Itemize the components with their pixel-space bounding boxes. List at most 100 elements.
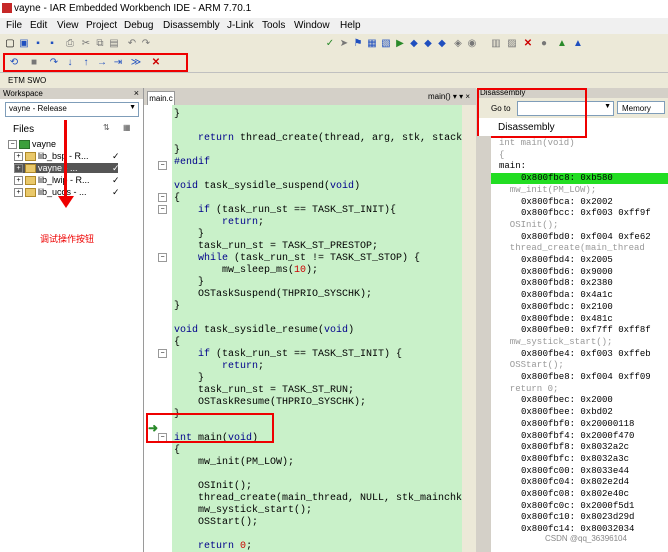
browse-icon[interactable]: ◆ <box>436 38 448 50</box>
debug-without-download-icon[interactable]: ▲ <box>572 38 584 50</box>
disassembly-source-line[interactable]: OSStart(); <box>491 360 668 371</box>
tree-item-lib-bsp[interactable]: + lib_bsp - R... ✓ <box>14 151 120 162</box>
breakpoint-icon[interactable]: ● <box>538 38 550 50</box>
menu-jlink[interactable]: J-Link <box>227 20 254 31</box>
disassembly-instruction[interactable]: 0x800fbee: 0xbd02 <box>491 407 668 418</box>
stop-build-icon[interactable]: ▥ <box>490 38 502 50</box>
print-icon[interactable]: ⎙ <box>64 38 76 50</box>
code-line: } <box>174 229 205 240</box>
fold-icon[interactable]: − <box>158 193 167 202</box>
menu-window[interactable]: Window <box>294 20 330 31</box>
save-all-icon[interactable]: ▪ <box>46 38 58 50</box>
fold-icon[interactable]: − <box>158 161 167 170</box>
disassembly-instruction[interactable]: 0x800fbf0: 0x20000118 <box>491 419 668 430</box>
toggle-breakpoint-icon[interactable]: ▨ <box>506 38 518 50</box>
expand-icon[interactable]: + <box>14 176 23 186</box>
disassembly-instruction[interactable]: 0x800fbd8: 0x2380 <box>491 278 668 289</box>
disassembly-instruction[interactable]: 0x800fbd0: 0xf004 0xfe62 <box>491 232 668 243</box>
undo-icon[interactable]: ↶ <box>126 38 138 50</box>
paste-icon[interactable]: ▤ <box>108 38 120 50</box>
disassembly-instruction[interactable]: 0x800fbdc: 0x2100 <box>491 302 668 313</box>
disassembly-source-line[interactable]: mw_init(PM_LOW); <box>491 185 668 196</box>
fold-icon[interactable]: − <box>158 253 167 262</box>
fold-icon[interactable]: − <box>158 205 167 214</box>
open-folder-icon[interactable]: ▣ <box>18 38 30 50</box>
disassembly-source-line[interactable]: OSInit(); <box>491 220 668 231</box>
tree-item-lib-ucos[interactable]: + lib_ucos - ... ✓ <box>14 187 120 198</box>
expand-icon[interactable]: + <box>14 152 23 162</box>
disassembly-instruction[interactable]: 0x800fbca: 0x2002 <box>491 197 668 208</box>
disassembly-label-line[interactable]: main: <box>491 161 668 172</box>
menu-file[interactable]: File <box>6 20 22 31</box>
tab-main-c[interactable]: main.c <box>147 91 175 106</box>
nav-forward-icon[interactable]: ◆ <box>422 38 434 50</box>
save-icon[interactable]: ▪ <box>32 38 44 50</box>
menu-help[interactable]: Help <box>340 20 361 31</box>
disassembly-instruction[interactable]: 0x800fc10: 0x8023d29d <box>491 512 668 523</box>
new-file-icon[interactable]: ▢ <box>4 38 16 50</box>
disassembly-source-line[interactable]: int main(void) <box>491 138 668 149</box>
code-line: } <box>174 301 181 312</box>
disassembly-source-line[interactable]: thread_create(main_thread <box>491 243 668 254</box>
disassembly-instruction[interactable]: 0x800fc08: 0x802e40c <box>491 489 668 500</box>
disassembly-source-line[interactable]: return 0; <box>491 384 668 395</box>
fold-icon[interactable]: − <box>158 349 167 358</box>
menu-disassembly[interactable]: Disassembly <box>163 20 220 31</box>
code-line: OSInit(); <box>174 481 253 492</box>
debug-icon[interactable]: ✕ <box>522 38 534 50</box>
find-next-icon[interactable]: ➤ <box>338 38 350 50</box>
editor-scrollbar[interactable] <box>462 105 476 552</box>
disassembly-instruction[interactable]: 0x800fbc8: 0xb580 <box>491 173 668 185</box>
disassembly-instruction[interactable]: 0x800fbec: 0x2000 <box>491 395 668 406</box>
menu-debug[interactable]: Debug <box>124 20 153 31</box>
disassembly-instruction[interactable]: 0x800fbe8: 0xf004 0xff09 <box>491 372 668 383</box>
disassembly-gutter[interactable] <box>477 136 491 552</box>
function-combo[interactable]: main() ▾ ▾ × <box>428 92 470 101</box>
disassembly-instruction[interactable]: 0x800fbda: 0x4a1c <box>491 290 668 301</box>
menu-tools[interactable]: Tools <box>262 20 285 31</box>
disassembly-instruction[interactable]: 0x800fbfc: 0x8032a3c <box>491 454 668 465</box>
close-icon[interactable]: × <box>134 88 139 98</box>
next-bookmark-icon[interactable]: ▶ <box>394 38 406 50</box>
menu-project[interactable]: Project <box>86 20 117 31</box>
columns-icon[interactable]: ▦ <box>123 123 131 132</box>
copy-icon[interactable]: ⧉ <box>94 38 106 50</box>
disassembly-instruction[interactable]: 0x800fbf8: 0x8032a2c <box>491 442 668 453</box>
collapse-icon[interactable]: − <box>8 140 17 150</box>
disassembly-instruction[interactable]: 0x800fbe4: 0xf003 0xffeb <box>491 349 668 360</box>
redo-icon[interactable]: ↷ <box>140 38 152 50</box>
disassembly-instruction[interactable]: 0x800fbd4: 0x2005 <box>491 255 668 266</box>
disassembly-source-line[interactable]: { <box>491 150 668 161</box>
editor-gutter[interactable]: − − − − − − <box>144 105 172 552</box>
expand-icon[interactable]: + <box>14 164 23 174</box>
menu-view[interactable]: View <box>57 20 79 31</box>
nav-back-icon[interactable]: ◆ <box>408 38 420 50</box>
disassembly-instruction[interactable]: 0x800fbe0: 0xf7ff 0xff8f <box>491 325 668 336</box>
workspace-config-select[interactable]: vayne - Release ▼ <box>5 102 139 117</box>
find-icon[interactable]: ✓ <box>324 38 336 50</box>
disassembly-listing[interactable]: int main(void){main: 0x800fbc8: 0xb580 mw… <box>491 136 668 552</box>
compile-icon[interactable]: ◈ <box>452 38 464 50</box>
toggle-bookmark-icon[interactable]: ▧ <box>380 38 392 50</box>
expand-icon[interactable]: + <box>14 188 23 198</box>
disassembly-instruction[interactable]: 0x800fbde: 0x481c <box>491 314 668 325</box>
disassembly-instruction[interactable]: 0x800fbd6: 0x9000 <box>491 267 668 278</box>
menu-edit[interactable]: Edit <box>30 20 47 31</box>
disassembly-instruction[interactable]: 0x800fbcc: 0xf003 0xff9f <box>491 208 668 219</box>
tree-root[interactable]: − vayne <box>8 139 56 150</box>
disassembly-source-line[interactable]: mw_systick_start(); <box>491 337 668 348</box>
bookmark-icon[interactable]: ⚑ <box>352 38 364 50</box>
options-icon[interactable]: ⇅ <box>103 123 110 132</box>
goto-icon[interactable]: ▦ <box>366 38 378 50</box>
cut-icon[interactable]: ✂ <box>80 38 92 50</box>
make-icon[interactable]: ◉ <box>466 38 478 50</box>
etm-swo-label[interactable]: ETM SWO <box>8 76 46 85</box>
code-area[interactable]: } return thread_create(thread, arg, stk,… <box>172 105 462 552</box>
disassembly-instruction[interactable]: 0x800fc04: 0x802e2d4 <box>491 477 668 488</box>
disassembly-instruction[interactable]: 0x800fc0c: 0x2000f5d1 <box>491 501 668 512</box>
memory-select[interactable]: Memory <box>617 101 665 114</box>
tree-item-lib-lwip[interactable]: + lib_lwip - R... ✓ <box>14 175 120 186</box>
disassembly-instruction[interactable]: 0x800fc00: 0x8033e44 <box>491 466 668 477</box>
download-debug-icon[interactable]: ▲ <box>556 38 568 50</box>
disassembly-instruction[interactable]: 0x800fbf4: 0x2000f470 <box>491 431 668 442</box>
